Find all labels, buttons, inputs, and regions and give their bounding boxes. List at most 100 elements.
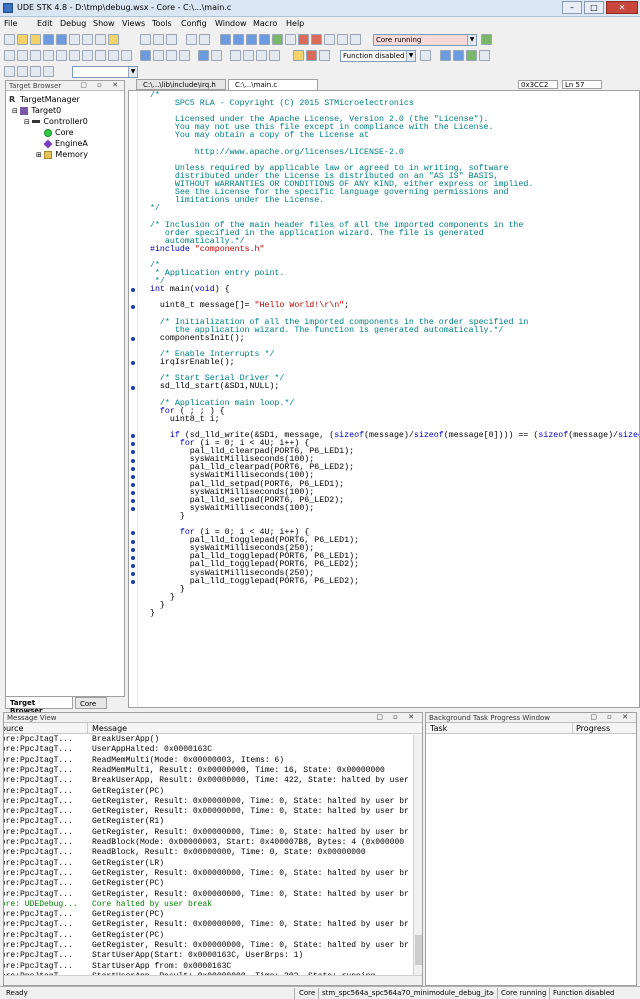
code-line[interactable]: uint8_t message[]= "Hello World!\r\n"; [140, 302, 639, 310]
message-row[interactable]: Core:PpcJtagT... GetRegister, Result: 0x0… [4, 920, 414, 930]
chevron-down-icon[interactable]: ▼ [406, 51, 415, 61]
function-icon[interactable] [293, 50, 304, 61]
breakpoint-marker-icon[interactable] [131, 499, 135, 503]
code-line[interactable]: } [140, 593, 639, 602]
maximize-button[interactable]: □ [584, 1, 604, 14]
step-over-icon[interactable] [233, 34, 244, 45]
panel-buttons[interactable]: ▢ ▫ ✕ [590, 713, 632, 721]
goto-line-icon[interactable] [179, 50, 190, 61]
message-row[interactable]: Core:PpcJtagT... GetRegister(PC) [4, 879, 414, 889]
cascade-icon[interactable] [256, 50, 267, 61]
code-line[interactable]: SPC5 RLA - Copyright (C) 2015 STMicroele… [140, 99, 639, 108]
code-line[interactable]: http://www.apache.org/licenses/LICENSE-2… [140, 148, 639, 157]
code-line[interactable]: You may obtain a copy of the License at [140, 132, 639, 140]
breakpoint-marker-icon[interactable] [131, 304, 135, 309]
menu-file[interactable]: File [4, 19, 17, 28]
globe-icon[interactable] [198, 50, 209, 61]
breakpoint-marker-icon[interactable] [131, 434, 135, 439]
tab-main-c[interactable]: C:\...\main.c [228, 79, 318, 90]
watch-icon[interactable] [17, 50, 28, 61]
playback-icon[interactable] [43, 66, 54, 77]
coverage-icon[interactable] [479, 50, 490, 61]
breakpoint-marker-icon[interactable] [131, 507, 135, 512]
code-line[interactable]: * Application entry point. [140, 269, 639, 278]
cut-icon[interactable] [140, 34, 151, 45]
disassembly-icon[interactable] [56, 50, 67, 61]
code-line[interactable]: sd_lld_start(&SD1,NULL); [140, 383, 639, 391]
message-row[interactable]: Core:PpcJtagT... GetRegister, Result: 0x0… [4, 828, 414, 838]
reset-icon[interactable] [285, 34, 296, 45]
print-icon[interactable] [69, 34, 80, 45]
breakpoint-marker-icon[interactable] [131, 474, 135, 479]
message-row[interactable]: Core:PpcJtagT... GetRegister, Result: 0x0… [4, 941, 414, 951]
layout-icon[interactable] [269, 50, 280, 61]
tree-node-enginea[interactable]: EngineA [43, 138, 88, 149]
menu-debug[interactable]: Debug [60, 19, 86, 28]
step-into-icon[interactable] [220, 34, 231, 45]
new-file-icon[interactable] [4, 34, 15, 45]
profiler-icon[interactable] [466, 50, 477, 61]
break-icon[interactable] [298, 34, 309, 45]
chevron-down-icon[interactable] [121, 50, 132, 61]
column-task[interactable]: Task [430, 724, 447, 733]
locals-icon[interactable] [82, 50, 93, 61]
collapse-icon[interactable]: ⊟ [12, 107, 18, 115]
close-button[interactable]: ✕ [606, 1, 638, 14]
peripheral-icon[interactable] [95, 50, 106, 61]
breakpoint-marker-icon[interactable] [131, 450, 135, 455]
bookmark-next-icon[interactable] [17, 66, 28, 77]
message-row[interactable]: Core:PpcJtagT... GetRegister(PC) [4, 787, 414, 797]
record-icon[interactable] [30, 66, 41, 77]
panel-buttons[interactable]: ▢ ▫ ✕ [80, 81, 122, 89]
minimize-button[interactable]: – [562, 1, 582, 14]
message-row[interactable]: Core:PpcJtagT... GetRegister, Result: 0x0… [4, 797, 414, 807]
message-row[interactable]: Core:PpcJtagT... StartUserApp(Start: 0x00… [4, 951, 414, 961]
program-flash-icon[interactable] [324, 34, 335, 45]
message-row[interactable]: Core:PpcJtagT... ReadBlock, Result: 0x000… [4, 848, 414, 858]
message-row[interactable]: Core:PpcJtagT... StartUserApp from: 0x000… [4, 962, 414, 972]
menu-edit[interactable]: Edit [37, 19, 53, 28]
breakpoint-marker-icon[interactable] [131, 555, 135, 560]
breakpoint-marker-icon[interactable] [131, 580, 135, 584]
undo-icon[interactable] [186, 34, 197, 45]
code-line[interactable]: */ [140, 205, 639, 213]
option-icon[interactable] [420, 50, 431, 61]
breakpoint-marker-icon[interactable] [131, 288, 135, 293]
column-source[interactable]: Source [4, 724, 23, 733]
breakpoint-icon[interactable] [4, 50, 15, 61]
redo-icon[interactable] [199, 34, 210, 45]
print-preview-icon[interactable] [82, 34, 93, 45]
open-folder-icon[interactable] [17, 34, 28, 45]
code-line[interactable]: limitations under the License. [140, 197, 639, 205]
find-icon[interactable] [140, 50, 151, 61]
breakpoint-marker-icon[interactable] [131, 571, 135, 576]
code-line[interactable] [140, 254, 639, 262]
trace-icon[interactable] [350, 34, 361, 45]
message-horizontal-scrollbar[interactable] [4, 975, 422, 985]
menu-window[interactable]: Window [215, 19, 247, 28]
message-vertical-scrollbar[interactable] [413, 735, 422, 975]
message-row[interactable]: Core:PpcJtagT... BreakUserApp, Result: 0x… [4, 776, 414, 786]
message-row[interactable]: Core: UDEDebug... Core halted by user bre… [4, 900, 414, 910]
terminal-icon[interactable] [108, 50, 119, 61]
bookmark-prev-icon[interactable] [4, 66, 15, 77]
breakpoint-marker-icon[interactable] [131, 442, 135, 447]
cpu-icon[interactable] [440, 50, 451, 61]
tab-core-symbols[interactable]: Core Sy [75, 697, 107, 709]
stop-icon[interactable] [311, 34, 322, 45]
tree-node-controller0[interactable]: ⊟ Controller0 [24, 117, 88, 126]
breakpoint-marker-icon[interactable] [131, 337, 135, 341]
core-select-icon[interactable] [481, 34, 492, 45]
save-all-icon[interactable] [56, 34, 67, 45]
breakpoint-marker-icon[interactable] [131, 482, 135, 487]
chevron-down-icon[interactable]: ▼ [128, 67, 137, 77]
code-line[interactable]: componentsInit(); [140, 334, 639, 343]
menu-tools[interactable]: Tools [152, 19, 172, 28]
memory-window-icon[interactable] [30, 50, 41, 61]
menu-help[interactable]: Help [286, 19, 304, 28]
menu-macro[interactable]: Macro [253, 19, 277, 28]
breakpoint-marker-icon[interactable] [131, 490, 135, 495]
code-line[interactable]: } [140, 609, 639, 618]
stack-icon[interactable] [69, 50, 80, 61]
collapse-icon[interactable]: ⊟ [24, 118, 30, 126]
